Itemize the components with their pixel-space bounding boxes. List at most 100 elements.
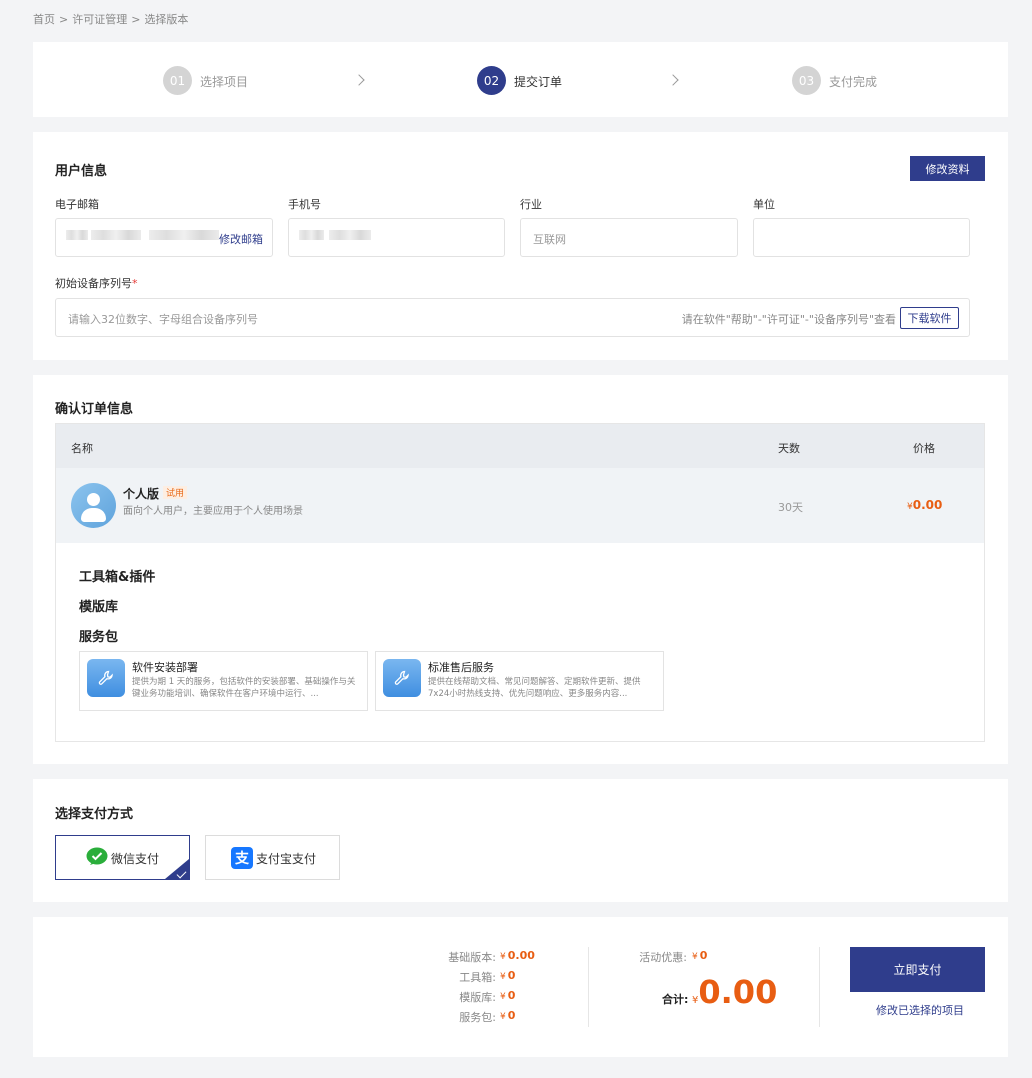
- redacted-text: [149, 230, 219, 240]
- service-card-install[interactable]: 软件安装部署 提供为期 1 天的服务，包括软件的安装部署、基础操作与关键业务功能…: [79, 651, 368, 711]
- col-days: 天数: [778, 442, 800, 455]
- toolbox-label: 工具箱:: [459, 971, 496, 984]
- payment-section: 选择支付方式 微信支付 支 支付宝支付: [33, 779, 1008, 902]
- wrench-icon: [383, 659, 421, 697]
- email-field[interactable]: 修改邮箱: [55, 218, 273, 257]
- currency-symbol: ¥: [500, 992, 506, 1002]
- redacted-text: [91, 230, 141, 240]
- product-price: ¥0.00: [907, 498, 942, 512]
- wechat-icon: [86, 847, 108, 865]
- required-mark: *: [132, 277, 138, 290]
- divider: [588, 947, 589, 1027]
- currency-symbol: ¥: [692, 952, 698, 962]
- order-section: 确认订单信息 名称 天数 价格 个人版 试用 面向个人用户，主要应用于个人使用场…: [33, 375, 1008, 764]
- step-3-number: 03: [792, 66, 821, 95]
- base-version-value: ¥0.00: [500, 949, 535, 962]
- company-label: 单位: [753, 198, 775, 211]
- step-2-label: 提交订单: [514, 75, 563, 89]
- breadcrumb-license[interactable]: 许可证管理: [72, 13, 127, 26]
- discount-value: ¥0: [692, 949, 707, 962]
- currency-symbol: ¥: [500, 952, 506, 962]
- trial-badge: 试用: [163, 486, 188, 499]
- service-value: ¥0: [500, 1009, 515, 1022]
- template-label: 模版库:: [459, 991, 496, 1004]
- step-1-label: 选择项目: [200, 75, 249, 89]
- serial-label-text: 初始设备序列号: [55, 277, 132, 290]
- steps-bar: 01 选择项目 02 提交订单 03 支付完成: [33, 42, 1008, 117]
- breadcrumb: 首页 > 许可证管理 > 选择版本: [33, 11, 192, 27]
- base-version-amount: 0.00: [507, 949, 535, 962]
- service-title: 服务包: [79, 630, 119, 645]
- divider: [819, 947, 820, 1027]
- avatar-user-icon: [71, 483, 116, 528]
- template-value: ¥0: [500, 989, 515, 1002]
- change-email-link[interactable]: 修改邮箱: [219, 231, 263, 247]
- table-row: 个人版 试用 面向个人用户，主要应用于个人使用场景 30天 ¥0.00: [56, 468, 984, 543]
- payment-title: 选择支付方式: [55, 807, 134, 822]
- service-name: 标准售后服务: [428, 661, 494, 674]
- wechat-pay-option[interactable]: 微信支付: [55, 835, 190, 880]
- summary-section: 基础版本: ¥0.00 工具箱: ¥0 模版库: ¥0 服务包: ¥0 活动优惠…: [33, 917, 1008, 1057]
- product-days: 30天: [778, 501, 803, 514]
- redacted-text: [66, 230, 88, 240]
- toolbox-amount: 0: [507, 969, 516, 982]
- chevron-right-icon: [353, 74, 365, 86]
- breadcrumb-current: 选择版本: [144, 13, 189, 26]
- breadcrumb-separator: >: [59, 13, 69, 26]
- redacted-text: [299, 230, 324, 240]
- serial-label: 初始设备序列号*: [55, 275, 138, 291]
- step-1-number: 01: [163, 66, 192, 95]
- product-price-value: 0.00: [912, 498, 943, 512]
- discount-amount: 0: [699, 949, 708, 962]
- alipay-icon: 支: [231, 847, 253, 869]
- chevron-right-icon: [667, 74, 679, 86]
- currency-symbol: ¥: [500, 972, 506, 982]
- discount-label: 活动优惠:: [639, 951, 687, 964]
- currency-symbol: ¥: [500, 1012, 506, 1022]
- industry-value: 互联网: [533, 233, 566, 246]
- service-description: 提供在线帮助文档、常见问题解答、定期软件更新、提供7x24小时热线支持、优先问题…: [428, 677, 641, 699]
- user-info-section: 用户信息 修改资料 电子邮箱 修改邮箱 手机号 行业 互联网 单位 初始设备序列…: [33, 132, 1008, 360]
- product-description: 面向个人用户，主要应用于个人使用场景: [123, 506, 303, 517]
- total-label: 合计:: [662, 993, 689, 1006]
- redacted-text: [329, 230, 371, 240]
- phone-label: 手机号: [288, 198, 321, 211]
- serial-placeholder: 请输入32位数字、字母组合设备序列号: [68, 313, 258, 326]
- wechat-pay-label: 微信支付: [111, 852, 160, 866]
- toolbox-title: 工具箱&插件: [79, 570, 156, 585]
- wrench-icon: [87, 659, 125, 697]
- company-field[interactable]: [753, 218, 970, 257]
- table-header: 名称 天数 价格: [56, 424, 984, 468]
- alipay-option[interactable]: 支 支付宝支付: [205, 835, 340, 880]
- order-table: 名称 天数 价格 个人版 试用 面向个人用户，主要应用于个人使用场景 30天 ¥…: [55, 423, 985, 742]
- col-price: 价格: [913, 442, 935, 455]
- alipay-label: 支付宝支付: [256, 852, 317, 866]
- order-title: 确认订单信息: [55, 402, 134, 417]
- template-title: 模版库: [79, 600, 119, 615]
- breadcrumb-separator: >: [131, 13, 141, 26]
- template-amount: 0: [507, 989, 516, 1002]
- modify-selection-link[interactable]: 修改已选择的项目: [876, 1002, 964, 1018]
- user-info-title: 用户信息: [55, 164, 108, 179]
- phone-field[interactable]: [288, 218, 505, 257]
- service-description: 提供为期 1 天的服务，包括软件的安装部署、基础操作与关键业务功能培训、确保软件…: [132, 677, 356, 699]
- service-name: 软件安装部署: [132, 661, 198, 674]
- service-label: 服务包:: [459, 1011, 496, 1024]
- step-2-number: 02: [477, 66, 506, 95]
- step-3-label: 支付完成: [829, 75, 878, 89]
- toolbox-value: ¥0: [500, 969, 515, 982]
- service-amount: 0: [507, 1009, 516, 1022]
- industry-field[interactable]: 互联网: [520, 218, 738, 257]
- pay-now-button[interactable]: 立即支付: [850, 947, 985, 992]
- edit-profile-button[interactable]: 修改资料: [910, 156, 985, 181]
- product-name: 个人版: [123, 487, 160, 501]
- serial-hint: 请在软件"帮助"-"许可证"-"设备序列号"查看: [681, 313, 896, 326]
- download-software-button[interactable]: 下载软件: [900, 307, 959, 329]
- service-card-support[interactable]: 标准售后服务 提供在线帮助文档、常见问题解答、定期软件更新、提供7x24小时热线…: [375, 651, 664, 711]
- serial-input[interactable]: 请输入32位数字、字母组合设备序列号 请在软件"帮助"-"许可证"-"设备序列号…: [55, 298, 970, 337]
- base-version-label: 基础版本:: [448, 951, 496, 964]
- total-amount: 0.00: [698, 973, 778, 1011]
- email-label: 电子邮箱: [55, 198, 99, 211]
- breadcrumb-home[interactable]: 首页: [33, 13, 55, 26]
- col-name: 名称: [71, 442, 93, 455]
